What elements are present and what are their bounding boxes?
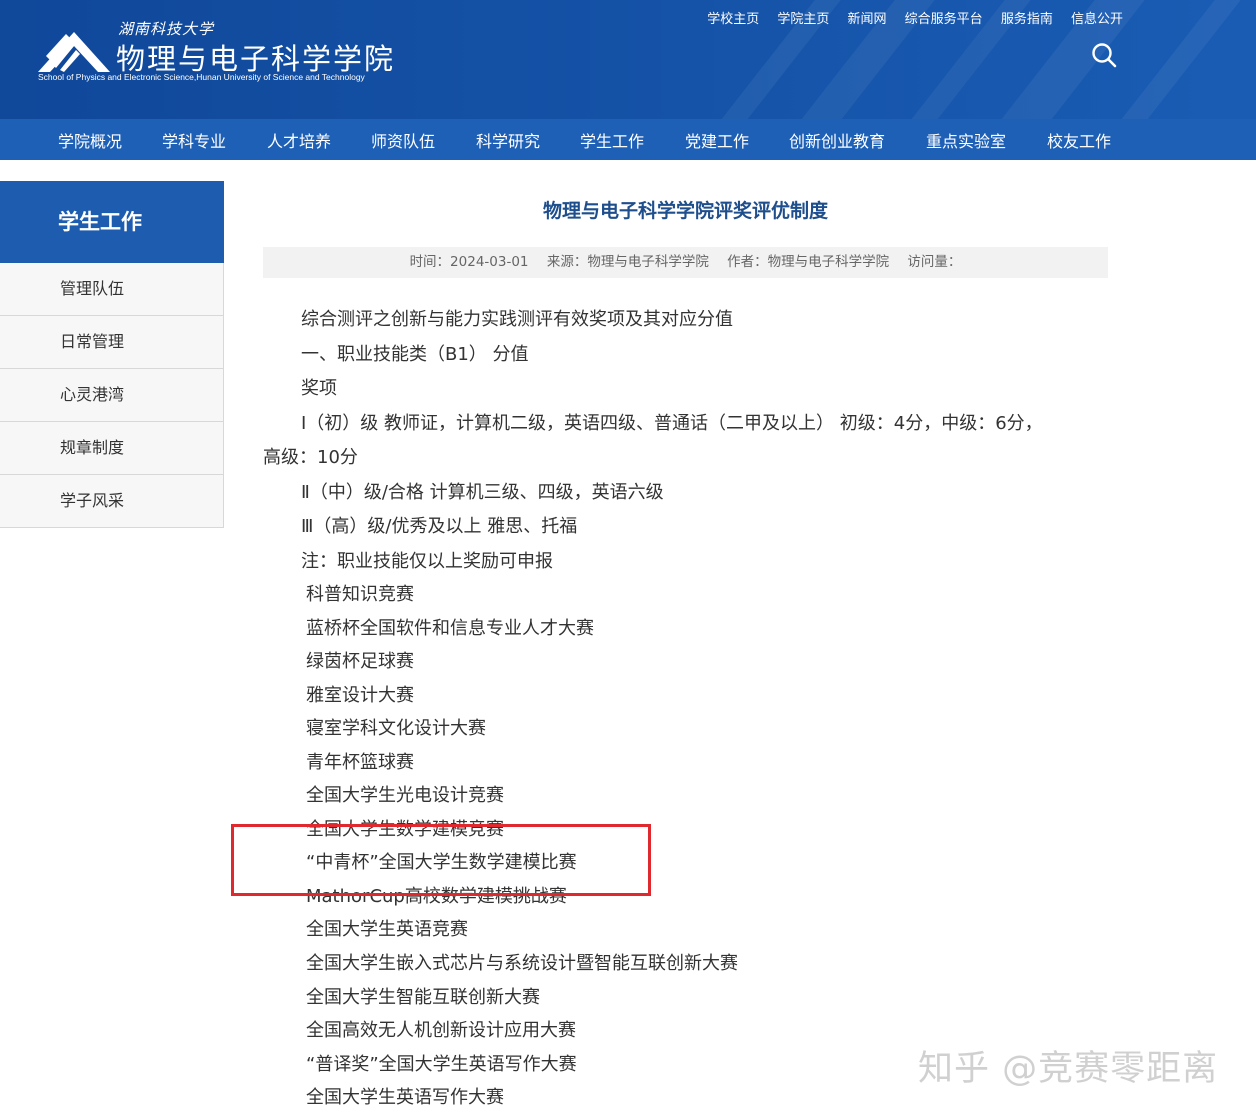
meta-time: 时间：2024-03-01 xyxy=(409,254,529,270)
nav-item-disciplines[interactable]: 学科专业 xyxy=(162,119,226,160)
college-name-en: School of Physics and Electronic Science… xyxy=(38,72,365,82)
toplink-service-guide[interactable]: 服务指南 xyxy=(1001,12,1053,27)
list-item: 全国大学生英语写作大赛 xyxy=(306,1087,504,1108)
paragraph: 注：职业技能仅以上奖励可申报 xyxy=(301,551,553,572)
paragraph: Ⅱ（中）级/合格 计算机三级、四级，英语六级 xyxy=(301,482,664,503)
list-item: 全国大学生嵌入式芯片与系统设计暨智能互联创新大赛 xyxy=(306,953,738,974)
sidebar-item-daily-management[interactable]: 日常管理 xyxy=(0,316,224,369)
logo-mountain-icon xyxy=(38,32,110,72)
search-icon[interactable] xyxy=(1090,41,1118,69)
paragraph: 奖项 xyxy=(301,378,337,399)
list-item: 寝室学科文化设计大赛 xyxy=(306,718,486,739)
sidebar-item-management-team[interactable]: 管理队伍 xyxy=(0,263,224,316)
toplink-news[interactable]: 新闻网 xyxy=(848,12,887,27)
list-item: 科普知识竞赛 xyxy=(306,584,414,605)
highlight-box xyxy=(231,824,651,896)
paragraph: 高级：10分 xyxy=(263,447,358,468)
list-item: 全国大学生光电设计竞赛 xyxy=(306,785,504,806)
nav-item-research[interactable]: 科学研究 xyxy=(476,119,540,160)
nav-item-innovation[interactable]: 创新创业教育 xyxy=(789,119,885,160)
list-item: 全国高效无人机创新设计应用大赛 xyxy=(306,1020,576,1041)
toplink-school-home[interactable]: 学校主页 xyxy=(707,12,759,27)
toplink-info-public[interactable]: 信息公开 xyxy=(1071,12,1123,27)
nav-item-party[interactable]: 党建工作 xyxy=(685,119,749,160)
list-item: 蓝桥杯全国软件和信息专业人才大赛 xyxy=(306,618,594,639)
list-item: 青年杯篮球赛 xyxy=(306,752,414,773)
paragraph: Ⅲ（高）级/优秀及以上 雅思、托福 xyxy=(301,516,578,537)
list-item: 雅室设计大赛 xyxy=(306,685,414,706)
watermark: 知乎 @竞赛零距离 xyxy=(918,1049,1219,1089)
site-header: 湖南科技大学 物理与电子科学学院 School of Physics and E… xyxy=(0,0,1256,119)
nav-item-student-work[interactable]: 学生工作 xyxy=(580,119,644,160)
toplink-service-platform[interactable]: 综合服务平台 xyxy=(905,12,983,27)
main-nav: 学院概况 学科专业 人才培养 师资队伍 科学研究 学生工作 党建工作 创新创业教… xyxy=(0,119,1256,160)
list-item: 绿茵杯足球赛 xyxy=(306,651,414,672)
college-logo[interactable]: 湖南科技大学 物理与电子科学学院 School of Physics and E… xyxy=(36,18,436,88)
nav-item-talent[interactable]: 人才培养 xyxy=(267,119,331,160)
meta-source: 来源：物理与电子科学学院 xyxy=(546,254,709,270)
sidebar-item-mental-health[interactable]: 心灵港湾 xyxy=(0,369,224,422)
list-item: 全国大学生英语竞赛 xyxy=(306,919,468,940)
toplink-college-home[interactable]: 学院主页 xyxy=(777,12,829,27)
sidebar-item-student-style[interactable]: 学子风采 xyxy=(0,475,224,528)
meta-author: 作者：物理与电子科学学院 xyxy=(727,254,890,270)
meta-views: 访问量： xyxy=(907,254,962,270)
article-title: 物理与电子科学学院评奖评优制度 xyxy=(542,200,828,222)
sidebar: 学生工作 管理队伍 日常管理 心灵港湾 规章制度 学子风采 xyxy=(0,181,224,528)
list-item: 全国大学生智能互联创新大赛 xyxy=(306,987,540,1008)
paragraph: 一、职业技能类（B1） 分值 xyxy=(301,344,529,365)
paragraph: 综合测评之创新与能力实践测评有效奖项及其对应分值 xyxy=(301,309,733,330)
paragraph: Ⅰ（初）级 教师证，计算机二级，英语四级、普通话（二甲及以上） 初级：4分，中级… xyxy=(301,413,1043,434)
nav-item-faculty[interactable]: 师资队伍 xyxy=(371,119,435,160)
nav-item-lab[interactable]: 重点实验室 xyxy=(926,119,1006,160)
list-item: “普译奖”全国大学生英语写作大赛 xyxy=(306,1054,577,1075)
top-links: 学校主页 学院主页 新闻网 综合服务平台 服务指南 信息公开 xyxy=(693,8,1123,27)
nav-item-alumni[interactable]: 校友工作 xyxy=(1047,119,1111,160)
sidebar-title: 学生工作 xyxy=(0,181,224,263)
sidebar-item-regulations[interactable]: 规章制度 xyxy=(0,422,224,475)
article-meta: 时间：2024-03-01 来源：物理与电子科学学院 作者：物理与电子科学学院 … xyxy=(263,247,1108,278)
nav-item-overview[interactable]: 学院概况 xyxy=(58,119,122,160)
